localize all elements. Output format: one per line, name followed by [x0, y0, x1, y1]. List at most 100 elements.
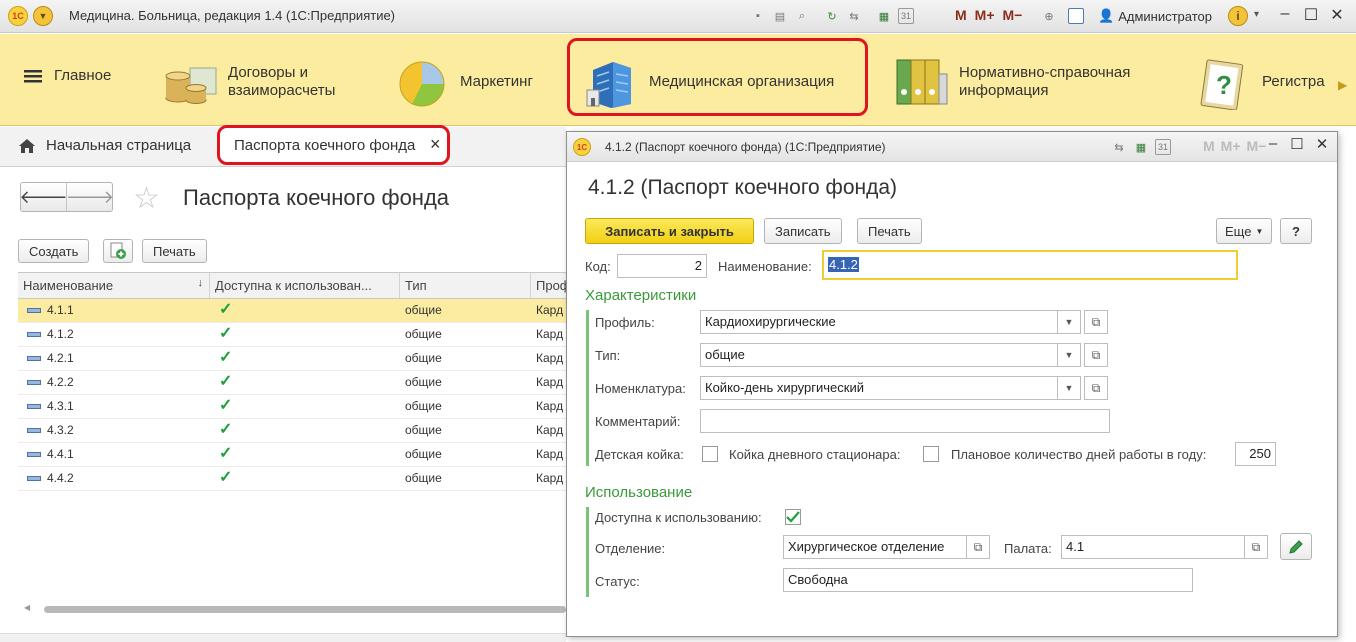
tab-active[interactable]: Паспорта коечного фонда ×: [217, 125, 450, 165]
type-dropdown-icon[interactable]: ▼: [1057, 343, 1081, 367]
column-header-type[interactable]: Тип: [400, 273, 531, 298]
memory-m-plus-button[interactable]: M+: [975, 7, 995, 23]
forward-button[interactable]: 🡒: [66, 183, 114, 211]
column-header-name[interactable]: Наименование ↓: [18, 273, 210, 298]
nomenclature-open-icon[interactable]: ⧉: [1084, 376, 1108, 400]
page-title: Паспорта коечного фонда: [183, 185, 450, 210]
cell-name-text: 4.1.2: [47, 327, 74, 341]
child-bed-checkbox[interactable]: [702, 446, 718, 462]
code-field[interactable]: 2: [617, 254, 707, 278]
horizontal-scrollbar[interactable]: ◀: [18, 602, 566, 616]
profile-dropdown-icon[interactable]: ▼: [1057, 310, 1081, 334]
memory-m-button[interactable]: M: [1203, 138, 1215, 154]
table-row[interactable]: 4.4.2 ✓ общие Кард: [18, 467, 578, 491]
memory-m-minus-button[interactable]: M−: [1003, 7, 1023, 23]
group-characteristics[interactable]: Характеристики: [585, 287, 696, 304]
chevron-down-icon: ▼: [1255, 226, 1264, 236]
cell-name: 4.1.1: [18, 299, 210, 322]
user-icon: 👤: [1098, 8, 1115, 23]
profile-field[interactable]: Кардиохирургические: [700, 310, 1058, 334]
table-row[interactable]: 4.4.1 ✓ общие Кард: [18, 443, 578, 467]
calculator-icon[interactable]: ▦: [876, 8, 892, 24]
favorite-star-icon[interactable]: ☆: [133, 181, 160, 216]
section-marketing[interactable]: Маркетинг: [394, 54, 533, 110]
memory-m-button[interactable]: M: [955, 7, 967, 23]
department-open-icon[interactable]: ⧉: [966, 535, 990, 559]
calculator-icon[interactable]: ▦: [1133, 139, 1149, 155]
close-button[interactable]: ✕: [1325, 5, 1349, 25]
help-button[interactable]: ?: [1280, 218, 1312, 244]
panels-icon[interactable]: [1068, 8, 1084, 24]
save-icon[interactable]: ▪: [750, 8, 766, 24]
scroll-right-icon[interactable]: ▶: [1338, 78, 1347, 92]
section-label: Медицинская организация: [649, 73, 835, 90]
ward-field[interactable]: 4.1: [1061, 535, 1245, 559]
nomenclature-field[interactable]: Койко-день хирургический: [700, 376, 1058, 400]
form-print-button[interactable]: Печать: [857, 218, 922, 244]
type-open-icon[interactable]: ⧉: [1084, 343, 1108, 367]
binders-icon: [896, 59, 948, 105]
print-icon[interactable]: ▤: [772, 8, 788, 24]
table-row[interactable]: 4.2.2 ✓ общие Кард: [18, 371, 578, 395]
save-and-close-button[interactable]: Записать и закрыть: [585, 218, 754, 244]
name-field[interactable]: 4.1.2: [822, 250, 1238, 280]
tab-home[interactable]: Начальная страница: [18, 137, 191, 154]
table-row[interactable]: 4.3.1 ✓ общие Кард: [18, 395, 578, 419]
table-row[interactable]: 4.1.2 ✓ общие Кард: [18, 323, 578, 347]
save-button[interactable]: Записать: [764, 218, 842, 244]
section-contracts[interactable]: Договоры и взаиморасчеты: [162, 54, 358, 110]
zoom-icon[interactable]: ⊕: [1041, 8, 1057, 24]
user-name[interactable]: Администратор: [1118, 9, 1212, 24]
profile-open-icon[interactable]: ⧉: [1084, 310, 1108, 334]
pencil-icon: [1289, 539, 1303, 554]
department-label: Отделение:: [595, 541, 666, 556]
catalog-item-icon: [27, 428, 41, 434]
plan-days-field[interactable]: 250: [1235, 442, 1276, 466]
section-reference-info[interactable]: Нормативно-справочная информация: [893, 54, 1149, 110]
scroll-left-icon[interactable]: ◀: [24, 603, 30, 612]
compare-icon[interactable]: ⇆: [1111, 139, 1127, 155]
cell-name: 4.2.1: [18, 347, 210, 370]
info-icon[interactable]: i: [1228, 6, 1248, 26]
create-button[interactable]: Создать: [18, 239, 90, 263]
form-maximize-button[interactable]: ☐: [1285, 135, 1309, 153]
scrollbar-thumb[interactable]: [44, 606, 566, 613]
main-menu-button[interactable]: ▼: [33, 6, 53, 26]
info-dropdown-icon[interactable]: ▾: [1254, 9, 1259, 20]
section-medical-organization[interactable]: Медицинская организация: [583, 54, 834, 110]
status-field[interactable]: Свободна: [783, 568, 1193, 592]
tab-close-icon[interactable]: ×: [430, 134, 441, 155]
preview-icon[interactable]: ⌕: [794, 8, 810, 24]
memory-m-plus-button[interactable]: M+: [1221, 138, 1241, 154]
group-usage[interactable]: Использование: [585, 484, 692, 501]
table-row[interactable]: 4.1.1 ✓ общие Кард: [18, 299, 578, 323]
calendar-icon[interactable]: 31: [1155, 139, 1171, 155]
form-minimize-button[interactable]: –: [1261, 135, 1285, 152]
checkmark-icon: ✓: [219, 301, 233, 318]
column-header-available[interactable]: Доступна к использован...: [210, 273, 400, 298]
compare-icon[interactable]: ⇆: [846, 8, 862, 24]
maximize-button[interactable]: ☐: [1299, 5, 1323, 25]
department-field[interactable]: Хирургическое отделение: [783, 535, 967, 559]
available-checkbox[interactable]: [785, 509, 801, 525]
section-registers[interactable]: ? Регистра: [1196, 54, 1325, 110]
minimize-button[interactable]: –: [1273, 5, 1297, 23]
section-main[interactable]: Главное: [24, 67, 111, 85]
form-window-title: 4.1.2 (Паспорт коечного фонда) (1С:Предп…: [605, 140, 886, 154]
copy-create-button[interactable]: [103, 239, 133, 263]
edit-pencil-button[interactable]: [1280, 533, 1312, 560]
table-row[interactable]: 4.3.2 ✓ общие Кард: [18, 419, 578, 443]
print-button[interactable]: Печать: [142, 239, 207, 263]
day-bed-checkbox[interactable]: [923, 446, 939, 462]
type-field[interactable]: общие: [700, 343, 1058, 367]
back-button[interactable]: 🡐: [19, 183, 68, 211]
ward-open-icon[interactable]: ⧉: [1244, 535, 1268, 559]
nomenclature-dropdown-icon[interactable]: ▼: [1057, 376, 1081, 400]
table-row[interactable]: 4.2.1 ✓ общие Кард: [18, 347, 578, 371]
form-close-button[interactable]: ✕: [1310, 135, 1334, 153]
comment-field[interactable]: [700, 409, 1110, 433]
more-button[interactable]: Еще ▼: [1216, 218, 1273, 244]
refresh-icon[interactable]: ↻: [824, 8, 840, 24]
calendar-icon[interactable]: 31: [898, 8, 914, 24]
day-bed-label: Койка дневного стационара:: [729, 447, 901, 462]
